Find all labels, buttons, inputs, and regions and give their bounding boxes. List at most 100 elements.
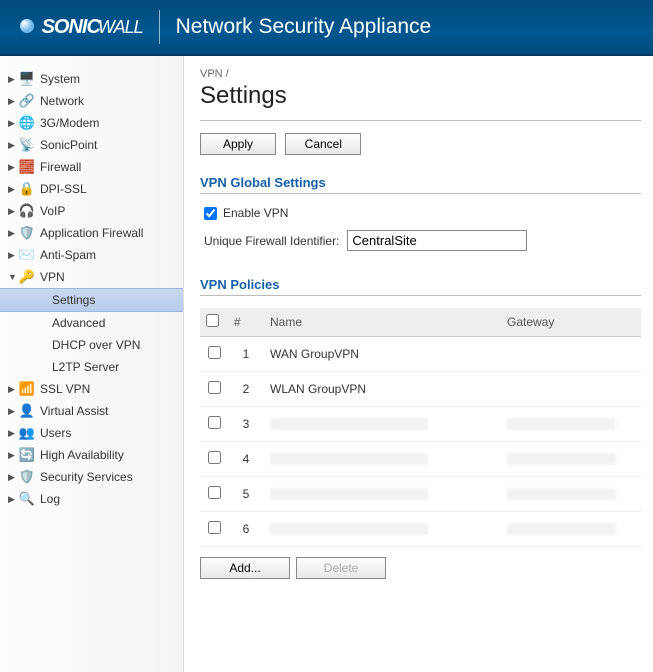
table-header-row: # Name Gateway — [200, 308, 641, 337]
nav-icon: 📶 — [18, 381, 36, 397]
chevron-right-icon: ▶ — [8, 406, 18, 417]
sidebar-item-voip[interactable]: ▶🎧VoIP — [0, 200, 183, 222]
enable-vpn-row: Enable VPN — [204, 206, 641, 220]
sidebar-nav: ▶🖥️System▶🔗Network▶🌐3G/Modem▶📡SonicPoint… — [0, 56, 184, 672]
chevron-right-icon: ▶ — [8, 472, 18, 483]
sidebar-item-sonicpoint[interactable]: ▶📡 SonicPoint — [0, 134, 183, 156]
nav-icon: 📡 — [18, 137, 36, 153]
sidebar-item-3g-modem[interactable]: ▶🌐3G/Modem — [0, 112, 183, 134]
sidebar-item-label: Firewall — [40, 160, 81, 174]
nav-icon: 🛡️ — [18, 469, 36, 485]
sidebar-item-label: System — [40, 72, 80, 86]
col-num: # — [228, 308, 264, 337]
row-checkbox[interactable] — [208, 521, 221, 534]
uid-label: Unique Firewall Identifier: — [204, 234, 339, 248]
section-policies-heading: VPN Policies — [200, 277, 641, 296]
sidebar-item-log[interactable]: ▶🔍 Log — [0, 488, 183, 510]
chevron-right-icon: ▶ — [8, 74, 18, 85]
sidebar-item-network[interactable]: ▶🔗Network — [0, 90, 183, 112]
sidebar-item-label: Application Firewall — [40, 226, 143, 240]
row-num: 2 — [228, 372, 264, 407]
add-button[interactable]: Add... — [200, 557, 290, 579]
table-row[interactable]: 6 — [200, 512, 641, 547]
sidebar-item-vpn[interactable]: ▼🔑VPN — [0, 266, 183, 288]
sidebar-item-anti-spam[interactable]: ▶✉️ Anti-Spam — [0, 244, 183, 266]
sidebar-item-firewall[interactable]: ▶🧱Firewall — [0, 156, 183, 178]
chevron-down-icon: ▼ — [8, 272, 18, 282]
sidebar-item-label: Network — [40, 94, 84, 108]
sidebar-item-label: Virtual Assist — [40, 404, 108, 418]
nav-icon: ✉️ — [18, 247, 36, 263]
sidebar-item-security-services[interactable]: ▶🛡️ Security Services — [0, 466, 183, 488]
brand-logo: SONICWALL — [20, 16, 143, 39]
redacted-cell — [270, 523, 428, 535]
sidebar-sub-l2tp-server[interactable]: L2TP Server — [0, 356, 183, 378]
sidebar-item-label: Anti-Spam — [40, 248, 96, 262]
redacted-cell — [270, 418, 428, 430]
row-checkbox[interactable] — [208, 346, 221, 359]
chevron-right-icon: ▶ — [8, 140, 18, 151]
sidebar-sub-advanced[interactable]: Advanced — [0, 312, 183, 334]
header-subtitle: Network Security Appliance — [176, 15, 432, 39]
policy-name: WAN GroupVPN — [270, 347, 359, 361]
nav-icon: 🔄 — [18, 447, 36, 463]
row-num: 6 — [228, 512, 264, 547]
table-row[interactable]: 1WAN GroupVPN — [200, 337, 641, 372]
nav-icon: 🖥️ — [18, 71, 36, 87]
chevron-right-icon: ▶ — [8, 494, 18, 505]
chevron-right-icon: ▶ — [8, 206, 18, 217]
col-check — [200, 308, 228, 337]
row-checkbox[interactable] — [208, 486, 221, 499]
sidebar-sub-dhcp-over-vpn[interactable]: DHCP over VPN — [0, 334, 183, 356]
nav-icon: 🔒 — [18, 181, 36, 197]
nav-icon: 🔍 — [18, 491, 36, 507]
sidebar-sub-settings[interactable]: Settings — [0, 288, 183, 312]
sidebar-item-system[interactable]: ▶🖥️ System — [0, 68, 183, 90]
sidebar-item-label: 3G/Modem — [40, 116, 99, 130]
brand-strong: SONIC — [42, 16, 100, 38]
table-row[interactable]: 2 WLAN GroupVPN — [200, 372, 641, 407]
enable-vpn-label[interactable]: Enable VPN — [223, 206, 288, 220]
select-all-checkbox[interactable] — [206, 314, 219, 327]
cancel-button[interactable]: Cancel — [285, 133, 361, 155]
sidebar-item-label: SonicPoint — [40, 138, 97, 152]
apply-button[interactable]: Apply — [200, 133, 276, 155]
sidebar-item-application-firewall[interactable]: ▶🛡️ Application Firewall — [0, 222, 183, 244]
main-panel: VPN / Settings Apply Cancel VPN Global S… — [184, 56, 653, 672]
uid-row: Unique Firewall Identifier: — [204, 230, 641, 251]
redacted-cell — [507, 418, 616, 430]
table-row[interactable]: 5 — [200, 477, 641, 512]
nav-icon: 🌐 — [18, 115, 36, 131]
sidebar-item-label: Log — [40, 492, 60, 506]
redacted-cell — [507, 453, 616, 465]
row-checkbox[interactable] — [208, 381, 221, 394]
chevron-right-icon: ▶ — [8, 228, 18, 239]
sidebar-item-label: VPN — [40, 270, 65, 284]
sidebar-item-label: DPI-SSL — [40, 182, 87, 196]
sidebar-item-label: High Availability — [40, 448, 124, 462]
row-checkbox[interactable] — [208, 416, 221, 429]
row-checkbox[interactable] — [208, 451, 221, 464]
sidebar-item-virtual-assist[interactable]: ▶👤 Virtual Assist — [0, 400, 183, 422]
sidebar-item-users[interactable]: ▶👥Users — [0, 422, 183, 444]
nav-icon: 🛡️ — [18, 225, 36, 241]
chevron-right-icon: ▶ — [8, 184, 18, 195]
enable-vpn-checkbox[interactable] — [204, 207, 217, 220]
row-num: 5 — [228, 477, 264, 512]
uid-input[interactable] — [347, 230, 527, 251]
sidebar-item-label: SSL VPN — [40, 382, 90, 396]
chevron-right-icon: ▶ — [8, 384, 18, 395]
redacted-cell — [507, 523, 616, 535]
nav-icon: 👤 — [18, 403, 36, 419]
policy-name: WLAN GroupVPN — [270, 382, 366, 396]
sidebar-item-high-availability[interactable]: ▶🔄High Availability — [0, 444, 183, 466]
delete-button[interactable]: Delete — [296, 557, 386, 579]
sidebar-item-label: VoIP — [40, 204, 65, 218]
table-row[interactable]: 4 — [200, 442, 641, 477]
sidebar-item-dpi-ssl[interactable]: ▶🔒 DPI-SSL — [0, 178, 183, 200]
sidebar-item-label: Security Services — [40, 470, 133, 484]
sidebar-item-ssl-vpn[interactable]: ▶📶 SSL VPN — [0, 378, 183, 400]
table-row[interactable]: 3 — [200, 407, 641, 442]
chevron-right-icon: ▶ — [8, 250, 18, 261]
redacted-cell — [507, 488, 616, 500]
